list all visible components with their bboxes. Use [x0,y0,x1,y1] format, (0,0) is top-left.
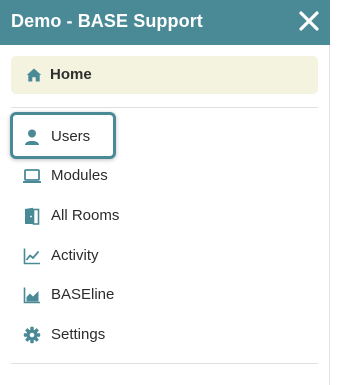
menu-item-all-rooms-label: All Rooms [51,207,120,224]
menu-header: Demo - BASE Support [0,0,330,45]
menu-item-home[interactable]: Home [11,56,318,94]
menu-item-modules[interactable]: Modules [23,163,303,189]
divider [11,363,318,364]
menu-item-baseline[interactable]: BASEline [23,282,303,308]
menu-item-baseline-label: BASEline [51,286,115,303]
menu-item-all-rooms[interactable]: All Rooms [23,203,303,229]
door-icon [25,207,40,225]
menu-item-settings[interactable]: Settings [23,322,303,348]
area-chart-icon [23,287,40,304]
menu-item-home-label: Home [50,66,92,83]
divider [11,107,318,108]
menu-item-users[interactable]: Users [23,124,303,150]
menu-item-settings-label: Settings [51,326,106,343]
close-icon [299,11,319,31]
menu-title: Demo - BASE Support [11,11,203,31]
menu-item-activity[interactable]: Activity [23,243,303,269]
menu-item-users-label: Users [51,128,91,145]
laptop-icon [23,169,41,183]
side-menu-panel: Demo - BASE Support Home Users Modules A… [0,0,330,385]
menu-item-modules-label: Modules [51,167,108,184]
user-icon [25,129,39,145]
line-chart-icon [23,248,40,265]
close-button[interactable] [298,10,320,32]
gear-icon [23,326,41,344]
menu-item-activity-label: Activity [51,247,99,264]
home-icon [26,68,42,82]
